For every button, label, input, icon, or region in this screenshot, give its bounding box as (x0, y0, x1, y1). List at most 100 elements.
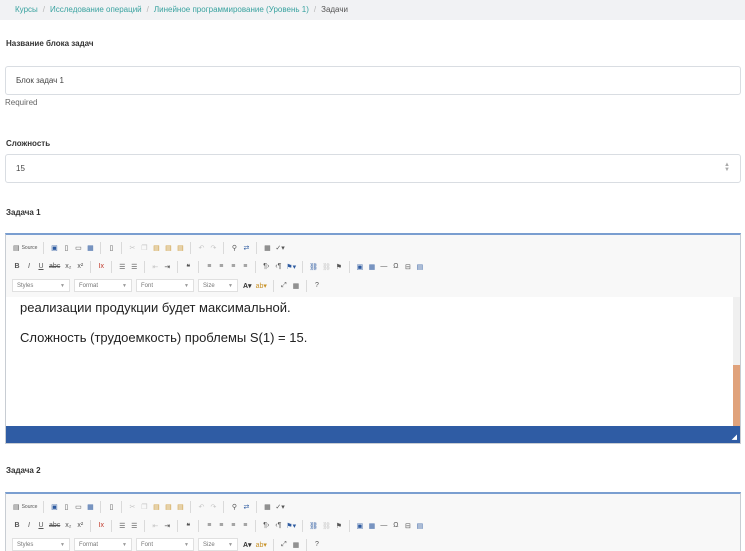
editor-scrollbar[interactable] (733, 297, 740, 426)
page-break-icon[interactable]: ⊟ (403, 260, 413, 273)
blockquote-icon[interactable]: ❝ (183, 519, 193, 532)
image-icon[interactable]: ▣ (355, 260, 365, 273)
italic-icon[interactable]: I (24, 519, 34, 532)
text-rtl-icon[interactable]: ‹¶ (273, 260, 283, 273)
help-icon[interactable]: ? (312, 538, 322, 551)
spellcheck-icon[interactable]: ✓▾ (274, 241, 285, 254)
anchor-icon[interactable]: ⚑ (334, 519, 344, 532)
unlink-icon[interactable]: ⛓ (321, 519, 332, 532)
cut-icon[interactable]: ✂ (127, 241, 137, 254)
underline-icon[interactable]: U (36, 519, 46, 532)
maximize-icon[interactable]: ⤢ (279, 538, 289, 551)
new-page-icon[interactable]: ▯ (61, 500, 71, 513)
italic-icon[interactable]: I (24, 260, 34, 273)
select-all-icon[interactable]: ▦ (262, 500, 272, 513)
text-ltr-icon[interactable]: ¶› (261, 260, 271, 273)
paste-text-icon[interactable]: ▤ (163, 241, 173, 254)
align-center-icon[interactable]: ≡ (216, 519, 226, 532)
block-name-input[interactable]: Блок задач 1 (5, 66, 741, 95)
show-blocks-icon[interactable]: ▦ (291, 279, 301, 292)
redo-icon[interactable]: ↷ (208, 500, 218, 513)
styles-dropdown[interactable]: Styles ▼ (12, 279, 70, 292)
paste-text-icon[interactable]: ▤ (163, 500, 173, 513)
paste-icon[interactable]: ▤ (151, 500, 161, 513)
format-dropdown[interactable]: Format ▼ (74, 538, 132, 551)
spin-down-icon[interactable]: ▼ (724, 167, 730, 173)
link-icon[interactable]: ⛓ (308, 260, 319, 273)
format-dropdown[interactable]: Format ▼ (74, 279, 132, 292)
outdent-icon[interactable]: ⇤ (150, 260, 160, 273)
background-color-icon[interactable]: ab▾ (255, 538, 268, 551)
indent-icon[interactable]: ⇥ (162, 260, 172, 273)
remove-format-icon[interactable]: Ix (96, 519, 106, 532)
blockquote-icon[interactable]: ❝ (183, 260, 193, 273)
bold-icon[interactable]: B (12, 519, 22, 532)
undo-icon[interactable]: ↶ (196, 241, 206, 254)
table-icon[interactable]: ▦ (367, 260, 377, 273)
font-dropdown[interactable]: Font ▼ (136, 538, 194, 551)
bulleted-list-icon[interactable]: ☰ (129, 260, 139, 273)
unlink-icon[interactable]: ⛓ (321, 260, 332, 273)
task2-editor[interactable]: ▤ Source ▣ ▯ ▭ ▦ ▯ ✂ ❐ ▤ ▤ ▤ ↶ ↷ ⚲ ⇄ ▦ ✓… (5, 492, 741, 551)
language-icon[interactable]: ⚑▾ (285, 260, 297, 273)
paste-icon[interactable]: ▤ (151, 241, 161, 254)
image-icon[interactable]: ▣ (355, 519, 365, 532)
scrollbar-thumb[interactable] (733, 365, 740, 426)
save-icon[interactable]: ▣ (49, 241, 59, 254)
page-break-icon[interactable]: ⊟ (403, 519, 413, 532)
anchor-icon[interactable]: ⚑ (334, 260, 344, 273)
subscript-icon[interactable]: x₂ (63, 519, 73, 532)
align-right-icon[interactable]: ≡ (228, 260, 238, 273)
maximize-icon[interactable]: ⤢ (279, 279, 289, 292)
help-icon[interactable]: ? (312, 279, 322, 292)
size-dropdown[interactable]: Size ▼ (198, 279, 238, 292)
special-char-icon[interactable]: Ω (391, 260, 401, 273)
print-icon[interactable]: ▦ (85, 500, 95, 513)
horizontal-line-icon[interactable]: — (379, 519, 389, 532)
print-icon[interactable]: ▦ (85, 241, 95, 254)
replace-icon[interactable]: ⇄ (241, 500, 251, 513)
strikethrough-icon[interactable]: abc (48, 519, 61, 532)
preview-icon[interactable]: ▭ (73, 500, 83, 513)
strikethrough-icon[interactable]: abc (48, 260, 61, 273)
undo-icon[interactable]: ↶ (196, 500, 206, 513)
numbered-list-icon[interactable]: ☰ (117, 260, 127, 273)
bold-icon[interactable]: B (12, 260, 22, 273)
underline-icon[interactable]: U (36, 260, 46, 273)
number-spinner[interactable]: ▲ ▼ (724, 162, 730, 174)
size-dropdown[interactable]: Size ▼ (198, 538, 238, 551)
resize-handle-icon[interactable]: ◢ (732, 433, 737, 441)
text-ltr-icon[interactable]: ¶› (261, 519, 271, 532)
text-rtl-icon[interactable]: ‹¶ (273, 519, 283, 532)
replace-icon[interactable]: ⇄ (241, 241, 251, 254)
redo-icon[interactable]: ↷ (208, 241, 218, 254)
find-icon[interactable]: ⚲ (229, 500, 239, 513)
superscript-icon[interactable]: x² (75, 519, 85, 532)
font-dropdown[interactable]: Font ▼ (136, 279, 194, 292)
find-icon[interactable]: ⚲ (229, 241, 239, 254)
align-left-icon[interactable]: ≡ (204, 519, 214, 532)
new-page-icon[interactable]: ▯ (61, 241, 71, 254)
source-button[interactable]: ▤ Source (12, 500, 38, 513)
remove-format-icon[interactable]: Ix (96, 260, 106, 273)
superscript-icon[interactable]: x² (75, 260, 85, 273)
copy-icon[interactable]: ❐ (139, 500, 149, 513)
cut-icon[interactable]: ✂ (127, 500, 137, 513)
align-justify-icon[interactable]: ≡ (240, 260, 250, 273)
paste-word-icon[interactable]: ▤ (175, 500, 185, 513)
select-all-icon[interactable]: ▦ (262, 241, 272, 254)
editor-content[interactable]: реализации продукции будет максимальной.… (6, 297, 740, 426)
save-icon[interactable]: ▣ (49, 500, 59, 513)
text-color-icon[interactable]: A▾ (242, 538, 253, 551)
spellcheck-icon[interactable]: ✓▾ (274, 500, 285, 513)
paste-word-icon[interactable]: ▤ (175, 241, 185, 254)
breadcrumb-item-operations-research[interactable]: Исследование операций (50, 5, 142, 14)
breadcrumb-item-courses[interactable]: Курсы (15, 5, 38, 14)
templates-icon[interactable]: ▯ (106, 241, 116, 254)
background-color-icon[interactable]: ab▾ (255, 279, 268, 292)
breadcrumb-item-linear-programming[interactable]: Линейное программирование (Уровень 1) (154, 5, 309, 14)
subscript-icon[interactable]: x₂ (63, 260, 73, 273)
difficulty-input[interactable]: 15 ▲ ▼ (5, 154, 741, 183)
source-button[interactable]: ▤ Source (12, 241, 38, 254)
text-color-icon[interactable]: A▾ (242, 279, 253, 292)
